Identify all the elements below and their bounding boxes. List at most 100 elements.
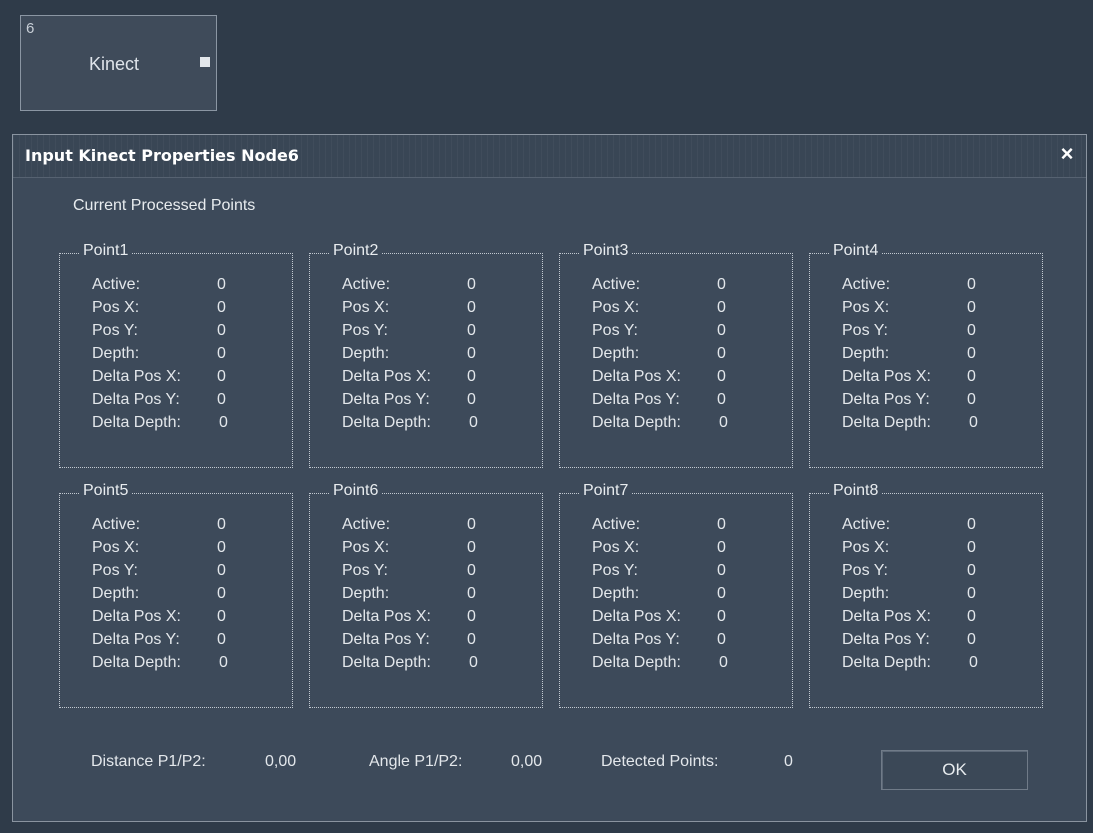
detected-points-value: 0 — [784, 753, 793, 770]
field-label: Delta Pos Y: — [342, 631, 430, 648]
field-value: 0 — [217, 322, 226, 339]
field-value: 0 — [217, 608, 226, 625]
field-value: 0 — [967, 345, 976, 362]
field-row-delta-depth: Delta Depth: 0 — [92, 654, 282, 676]
field-row-active: Active: 0 — [342, 516, 532, 538]
field-value: 0 — [717, 539, 726, 556]
point-group-1: Point1 Active: 0 Pos X: 0 Pos Y: 0 Depth: 0 Delta… — [59, 242, 293, 468]
field-value: 0 — [719, 414, 728, 431]
field-row-active: Active: 0 — [342, 276, 532, 298]
field-row-active: Active: 0 — [842, 276, 1032, 298]
field-value: 0 — [217, 585, 226, 602]
field-row-delta-depth: Delta Depth: 0 — [842, 414, 1032, 436]
field-row-active: Active: 0 — [92, 276, 282, 298]
field-label: Delta Depth: — [92, 414, 181, 431]
field-value: 0 — [967, 299, 976, 316]
point-group-title: Point7 — [580, 482, 632, 500]
field-row-delta-depth: Delta Depth: 0 — [342, 414, 532, 436]
field-value: 0 — [217, 516, 226, 533]
field-value: 0 — [717, 562, 726, 579]
field-row-pos-x: Pos X: 0 — [592, 299, 782, 321]
field-label: Depth: — [842, 345, 890, 362]
field-value: 0 — [467, 368, 476, 385]
field-value: 0 — [967, 322, 976, 339]
field-label: Delta Pos X: — [342, 368, 431, 385]
field-label: Pos Y: — [342, 562, 388, 579]
field-row-pos-y: Pos Y: 0 — [342, 322, 532, 344]
field-label: Delta Depth: — [592, 654, 681, 671]
field-value: 0 — [967, 539, 976, 556]
field-value: 0 — [719, 654, 728, 671]
field-row-delta-pos-x: Delta Pos X: 0 — [342, 368, 532, 390]
field-row-delta-depth: Delta Depth: 0 — [342, 654, 532, 676]
field-label: Delta Depth: — [342, 654, 431, 671]
field-row-pos-x: Pos X: 0 — [842, 539, 1032, 561]
field-label: Depth: — [92, 585, 140, 602]
field-label: Pos Y: — [842, 322, 888, 339]
point-group-3: Point3 Active: 0 Pos X: 0 Pos Y: 0 Depth: 0 Delta… — [559, 242, 793, 468]
field-value: 0 — [217, 276, 226, 293]
field-value: 0 — [217, 345, 226, 362]
field-label: Pos Y: — [592, 562, 638, 579]
output-port[interactable] — [200, 57, 210, 67]
point-group-4: Point4 Active: 0 Pos X: 0 Pos Y: 0 Depth: 0 Delta… — [809, 242, 1043, 468]
field-label: Delta Pos Y: — [592, 631, 680, 648]
field-row-delta-pos-y: Delta Pos Y: 0 — [842, 631, 1032, 653]
field-value: 0 — [967, 391, 976, 408]
field-label: Delta Pos X: — [842, 608, 931, 625]
field-value: 0 — [967, 631, 976, 648]
field-value: 0 — [967, 276, 976, 293]
point-group-6: Point6 Active: 0 Pos X: 0 Pos Y: 0 Depth: 0 Delta… — [309, 482, 543, 708]
field-row-active: Active: 0 — [592, 516, 782, 538]
point-group-title: Point6 — [330, 482, 382, 500]
field-row-active: Active: 0 — [842, 516, 1032, 538]
field-label: Delta Depth: — [342, 414, 431, 431]
field-row-delta-pos-x: Delta Pos X: 0 — [842, 608, 1032, 630]
field-value: 0 — [217, 539, 226, 556]
field-row-delta-pos-x: Delta Pos X: 0 — [92, 608, 282, 630]
field-label: Pos Y: — [92, 322, 138, 339]
field-row-depth: Depth: 0 — [92, 585, 282, 607]
field-value: 0 — [219, 414, 228, 431]
field-label: Active: — [842, 276, 891, 293]
field-label: Delta Pos X: — [842, 368, 931, 385]
point-group-title: Point5 — [80, 482, 132, 500]
field-row-pos-x: Pos X: 0 — [92, 299, 282, 321]
field-value: 0 — [217, 299, 226, 316]
field-row-pos-x: Pos X: 0 — [342, 299, 532, 321]
field-row-delta-depth: Delta Depth: 0 — [92, 414, 282, 436]
field-row-delta-depth: Delta Depth: 0 — [592, 654, 782, 676]
field-label: Active: — [342, 276, 391, 293]
field-row-active: Active: 0 — [92, 516, 282, 538]
field-value: 0 — [717, 322, 726, 339]
point-group-title: Point3 — [580, 242, 632, 260]
kinect-node[interactable]: 6 Kinect — [20, 15, 217, 111]
dialog-titlebar[interactable]: Input Kinect Properties Node6 × — [13, 135, 1086, 178]
field-row-depth: Depth: 0 — [592, 345, 782, 367]
field-label: Depth: — [92, 345, 140, 362]
field-value: 0 — [967, 608, 976, 625]
angle-label: Angle P1/P2: — [369, 753, 463, 770]
field-label: Pos Y: — [92, 562, 138, 579]
field-row-delta-depth: Delta Depth: 0 — [842, 654, 1032, 676]
field-row-pos-y: Pos Y: 0 — [92, 562, 282, 584]
field-value: 0 — [467, 276, 476, 293]
ok-button[interactable]: OK — [881, 750, 1028, 790]
field-value: 0 — [717, 391, 726, 408]
close-icon[interactable]: × — [1056, 143, 1078, 165]
field-label: Pos X: — [92, 299, 140, 316]
field-label: Delta Pos X: — [592, 608, 681, 625]
field-value: 0 — [717, 299, 726, 316]
field-row-delta-pos-x: Delta Pos X: 0 — [92, 368, 282, 390]
node-id: 6 — [26, 20, 35, 37]
point-group-title: Point2 — [330, 242, 382, 260]
field-value: 0 — [467, 539, 476, 556]
field-value: 0 — [717, 276, 726, 293]
node-label: Kinect — [89, 54, 140, 74]
field-row-pos-y: Pos Y: 0 — [842, 562, 1032, 584]
field-row-delta-depth: Delta Depth: 0 — [592, 414, 782, 436]
field-label: Delta Pos Y: — [592, 391, 680, 408]
field-row-delta-pos-y: Delta Pos Y: 0 — [842, 391, 1032, 413]
detected-points-label: Detected Points: — [601, 753, 719, 770]
field-label: Delta Pos Y: — [92, 631, 180, 648]
